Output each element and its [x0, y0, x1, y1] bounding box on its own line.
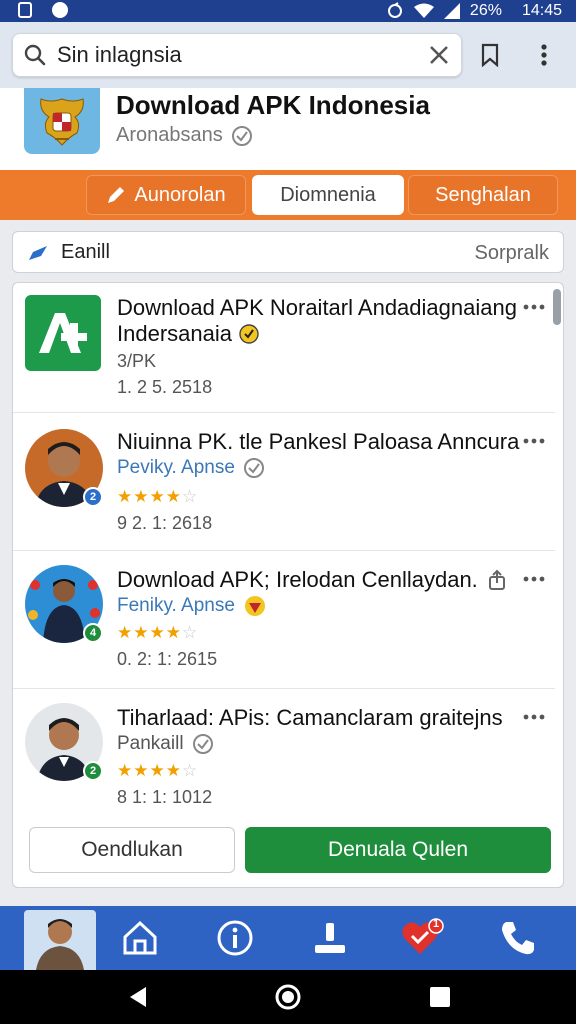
item-sub: Feniky. Apnse [117, 595, 267, 617]
more-vert-icon[interactable] [522, 33, 566, 77]
garuda-emblem-icon [24, 88, 100, 154]
item-date: 1. 2 5. 2518 [117, 377, 213, 397]
app-list-card: Download APK Noraitarl Andadiagnaiang In… [12, 282, 564, 888]
search-header [0, 22, 576, 88]
close-icon[interactable] [417, 33, 461, 77]
profile-avatar[interactable] [24, 910, 96, 970]
screenshot-notification-icon [18, 2, 32, 18]
app-header: Download APK Indonesia Aronabsans [0, 88, 576, 170]
more-horiz-icon[interactable] [519, 707, 549, 727]
item-title-line2-text: Indersanaia [117, 321, 232, 346]
app-title: Download APK Indonesia [116, 90, 430, 120]
pencil-icon [29, 245, 47, 260]
signal-icon [443, 3, 460, 19]
item-title: Download APK Noraitarl Andadiagnaiang [117, 295, 517, 320]
tab-aunorolan[interactable]: Aunorolan [86, 175, 246, 215]
tab-bar: Aunorolan Diomnenia Senghalan [0, 170, 576, 220]
share-icon[interactable] [488, 569, 506, 591]
heart-count-badge: 1 [433, 918, 440, 930]
item-sub: Peviky. Apnse [117, 457, 265, 479]
verified-badge-icon [239, 324, 259, 344]
search-icon[interactable] [13, 33, 57, 77]
info-icon[interactable] [199, 906, 271, 970]
item-date: 8 1: 1: 1012 [117, 787, 213, 807]
item-date: 0. 2: 1: 2615 [117, 649, 218, 669]
user-badge: 2 [83, 487, 103, 507]
star-rating: ★★★★☆ [117, 761, 199, 780]
primary-button[interactable]: Denuala Qulen [245, 827, 551, 873]
verified-icon [243, 458, 264, 478]
list-item[interactable]: Download APK Noraitarl Andadiagnaiang In… [13, 283, 555, 413]
item-title: Download APK; Irelodan Cenllaydan. [117, 567, 478, 592]
tab-diomnenia[interactable]: Diomnenia [252, 175, 404, 215]
status-time: 14:45 [521, 2, 562, 19]
item-title: Tiharlaad: APis: Camanclaram graitejns [117, 705, 503, 730]
star-rating: ★★★★☆ [117, 487, 199, 506]
item-type: 3/PK [117, 351, 157, 371]
recents-icon[interactable] [410, 970, 470, 1024]
filter-label: Eanill [61, 241, 110, 263]
item-title-line2: Indersanaia [117, 321, 260, 347]
secondary-button[interactable]: Oendlukan [29, 827, 235, 873]
system-nav [0, 970, 576, 1024]
sort-label[interactable]: Sorpralk [475, 242, 549, 265]
home-circle-icon[interactable] [258, 970, 318, 1024]
tab-senghalan[interactable]: Senghalan [408, 175, 558, 215]
more-horiz-icon[interactable] [519, 297, 549, 317]
item-sub: Pankaill [117, 733, 214, 755]
list-item[interactable]: 2 Niuinna PK. tle Pankesl Paloasa Anncur… [13, 413, 555, 551]
heart-icon[interactable]: 1 [386, 906, 458, 970]
back-icon[interactable] [108, 970, 168, 1024]
pencil-icon [108, 187, 125, 203]
phone-icon[interactable] [482, 906, 554, 970]
item-developer: Pankaill [117, 733, 184, 754]
verified-icon [231, 125, 252, 146]
search-bar [12, 33, 462, 77]
item-developer: Feniky. Apnse [117, 595, 235, 616]
user-badge: 4 [83, 623, 103, 643]
list-item[interactable]: 2 Tiharlaad: APis: Camanclaram graitejns… [13, 689, 555, 813]
tab-label: Aunorolan [134, 183, 226, 206]
item-developer: Peviky. Apnse [117, 457, 235, 478]
home-icon[interactable] [104, 906, 176, 970]
apk-logo-icon [25, 295, 101, 371]
status-bar: 26% 14:45 [0, 0, 576, 22]
garuda-badge-icon [244, 596, 265, 616]
item-title-row: Download APK; Irelodan Cenllaydan. [117, 567, 506, 593]
app-developer: Aronabsans [116, 124, 223, 146]
tab-label: Diomnenia [280, 183, 376, 206]
bookmark-icon[interactable] [468, 33, 512, 77]
list-item[interactable]: 4 Download APK; Irelodan Cenllaydan. Fen… [13, 551, 555, 689]
wifi-icon [413, 3, 434, 18]
more-horiz-icon[interactable] [519, 431, 549, 451]
user-badge: 2 [83, 761, 103, 781]
notification-dot-icon [52, 2, 68, 18]
item-date: 9 2. 1: 2618 [117, 513, 213, 533]
verified-icon [192, 734, 213, 754]
app-subtitle: Aronabsans [116, 124, 253, 147]
sync-icon [387, 2, 402, 18]
star-rating: ★★★★☆ [117, 623, 199, 642]
more-horiz-icon[interactable] [519, 569, 549, 589]
item-title: Niuinna PK. tle Pankesl Paloasa Anncura [117, 429, 520, 454]
bottom-nav: 1 [0, 906, 576, 970]
battery-percent: 26% [469, 2, 502, 19]
search-input[interactable] [57, 42, 417, 68]
filter-row[interactable]: Eanill Sorpralk [12, 231, 564, 273]
person-icon[interactable] [294, 906, 366, 970]
tab-label: Senghalan [435, 183, 531, 206]
